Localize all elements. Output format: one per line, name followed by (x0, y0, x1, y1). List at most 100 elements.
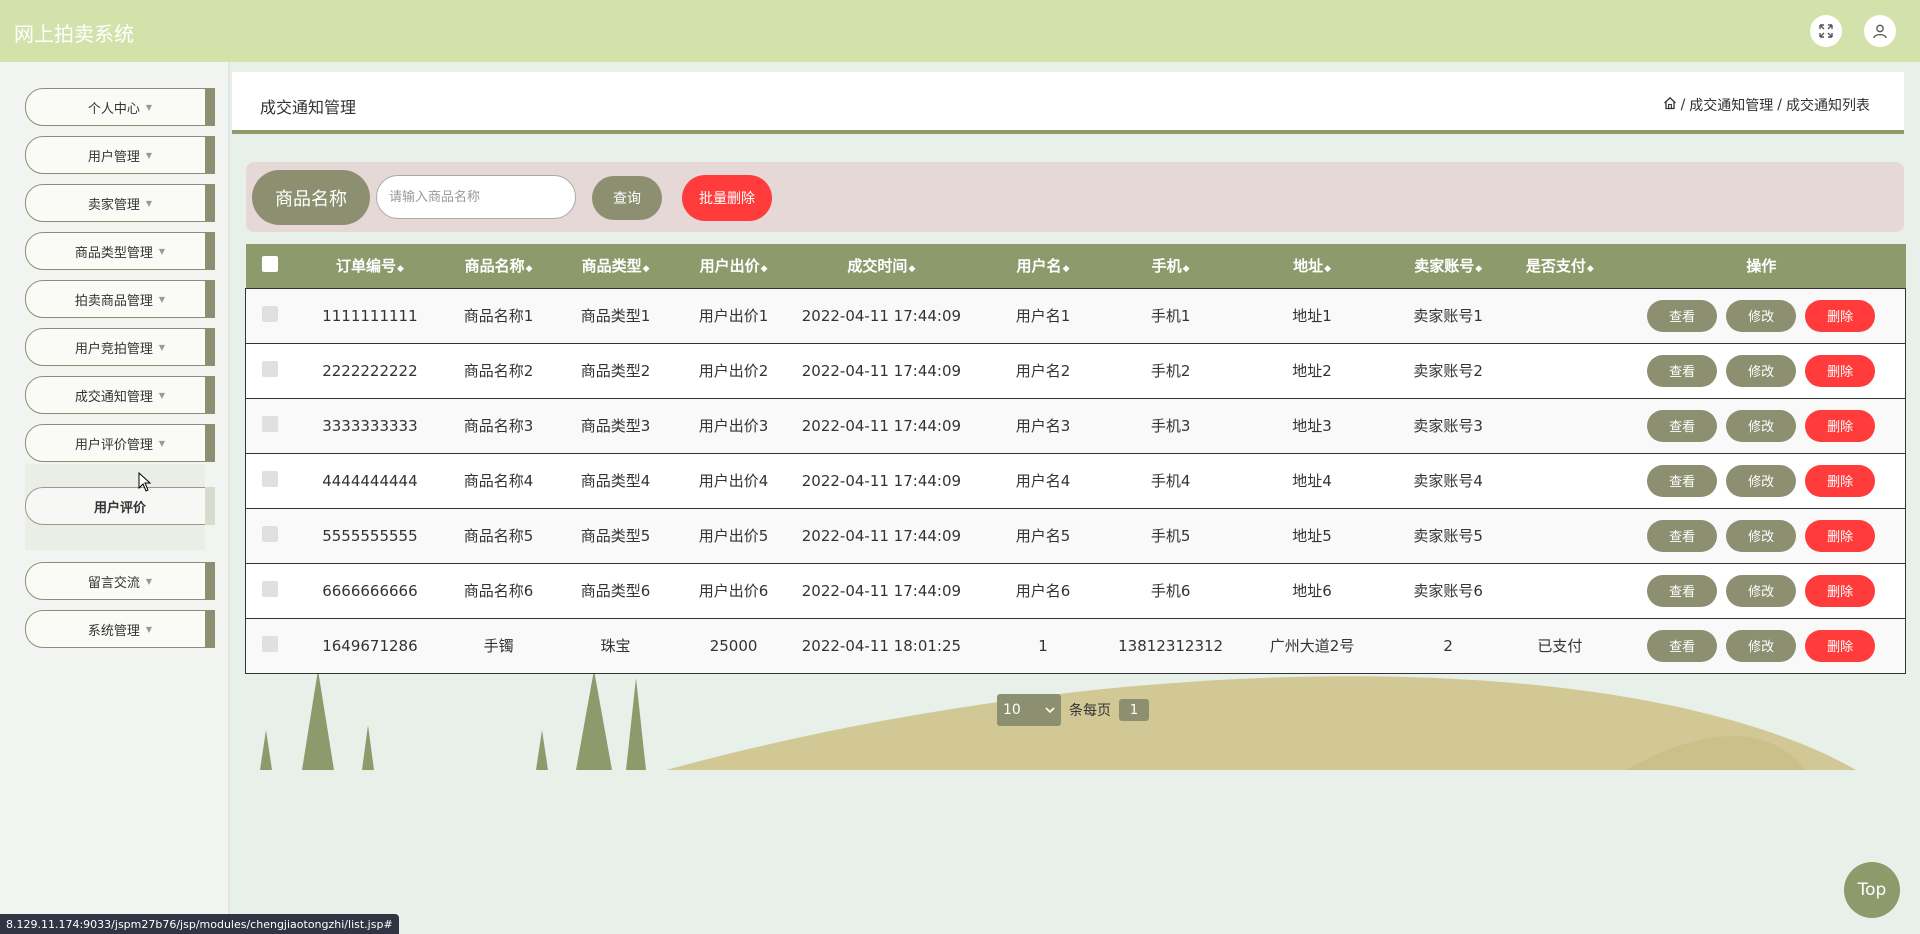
product-name-input[interactable] (376, 175, 576, 219)
table-cell (1502, 288, 1617, 343)
table-cell: 用户出价3 (698, 417, 769, 435)
row-checkbox[interactable] (262, 635, 279, 652)
row-checkbox[interactable] (262, 415, 279, 432)
sort-icon[interactable]: ◆ (1183, 264, 1190, 274)
edit-button[interactable]: 修改 (1726, 464, 1797, 497)
delete-button[interactable]: 删除 (1805, 464, 1876, 497)
delete-button[interactable]: 删除 (1805, 409, 1876, 442)
pagination: 10 条每页 1 (997, 694, 1149, 726)
edit-button[interactable]: 修改 (1726, 574, 1797, 607)
delete-button[interactable]: 删除 (1805, 574, 1876, 607)
view-button[interactable]: 查看 (1647, 464, 1718, 497)
delete-button[interactable]: 删除 (1805, 354, 1876, 387)
table-cell: 用户名6 (1015, 582, 1071, 600)
table-row: 5555555555 商品名称5 商品类型5 用户出价5 2022-04-11 17:4… (245, 508, 1906, 563)
view-button[interactable]: 查看 (1647, 519, 1718, 552)
sidebar-item-message-exchange[interactable]: 留言交流 ▼ (25, 562, 215, 600)
column-header[interactable]: 是否支付◆ (1502, 244, 1617, 288)
row-select-cell (246, 563, 295, 618)
sort-icon[interactable]: ◆ (643, 264, 650, 274)
batch-delete-button[interactable]: 批量删除 (682, 175, 772, 221)
caret-down-icon: ▼ (145, 624, 153, 634)
view-button[interactable]: 查看 (1647, 299, 1718, 332)
table-cell: 2 (1443, 636, 1453, 655)
table-cell: 13812312312 (1118, 636, 1224, 655)
row-checkbox[interactable] (262, 525, 279, 542)
row-select-cell (246, 288, 295, 343)
query-button[interactable]: 查询 (592, 176, 662, 220)
fullscreen-icon[interactable] (1810, 15, 1842, 47)
sort-icon[interactable]: ◆ (1063, 264, 1070, 274)
table-cell: 卖家账号2 (1413, 362, 1483, 380)
delete-button[interactable]: 删除 (1805, 629, 1876, 662)
page-number[interactable]: 1 (1119, 699, 1149, 721)
view-button[interactable]: 查看 (1647, 574, 1718, 607)
row-checkbox[interactable] (262, 360, 279, 377)
edit-button[interactable]: 修改 (1726, 519, 1797, 552)
home-icon[interactable] (1663, 96, 1677, 114)
sidebar-item-label: 商品类型管理 (74, 245, 153, 261)
sidebar-item-deal-notice-management[interactable]: 成交通知管理 ▼ (25, 376, 215, 414)
sidebar-item-product-type-management[interactable]: 商品类型管理 ▼ (25, 232, 215, 270)
column-header[interactable]: 订单编号◆ (294, 244, 445, 288)
submenu-item-user-review[interactable]: 用户评价 (25, 487, 215, 525)
edit-button[interactable]: 修改 (1726, 354, 1797, 387)
table-cell: 手机2 (1150, 362, 1191, 380)
sidebar-item-seller-management[interactable]: 卖家管理 ▼ (25, 184, 215, 222)
sort-icon[interactable]: ◆ (397, 264, 404, 274)
sidebar-item-auction-product-management[interactable]: 拍卖商品管理 ▼ (25, 280, 215, 318)
edit-button[interactable]: 修改 (1726, 409, 1797, 442)
column-header[interactable]: 商品类型◆ (552, 244, 680, 288)
sidebar-item-user-management[interactable]: 用户管理 ▼ (25, 136, 215, 174)
delete-button[interactable]: 删除 (1805, 299, 1876, 332)
column-header[interactable]: 手机◆ (1111, 244, 1230, 288)
checkbox[interactable] (261, 255, 278, 272)
sort-icon[interactable]: ◆ (1324, 264, 1331, 274)
row-checkbox[interactable] (262, 580, 279, 597)
sidebar-item-user-bidding-management[interactable]: 用户竞拍管理 ▼ (25, 328, 215, 366)
sort-icon[interactable]: ◆ (526, 264, 533, 274)
row-actions: 查看 修改 删除 (1617, 563, 1905, 618)
column-header[interactable]: 卖家账号◆ (1394, 244, 1502, 288)
row-checkbox[interactable] (262, 305, 279, 322)
view-button[interactable]: 查看 (1647, 354, 1718, 387)
table-cell: 商品类型3 (580, 417, 651, 435)
select-all-checkbox[interactable] (246, 244, 295, 288)
column-header[interactable]: 地址◆ (1230, 244, 1394, 288)
sidebar-item-system-management[interactable]: 系统管理 ▼ (25, 610, 215, 648)
table-cell (1502, 453, 1617, 508)
sort-icon[interactable]: ◆ (1587, 264, 1594, 274)
table-cell: 6666666666 (322, 581, 418, 600)
user-icon[interactable] (1864, 15, 1896, 47)
sort-icon[interactable]: ◆ (761, 264, 768, 274)
edit-button[interactable]: 修改 (1726, 299, 1797, 332)
page-size-select[interactable]: 10 (997, 694, 1061, 726)
row-actions: 查看 修改 删除 (1617, 618, 1905, 673)
table-cell: 用户出价5 (698, 527, 769, 545)
row-actions: 查看 修改 删除 (1617, 343, 1905, 398)
sidebar-item-user-review-management[interactable]: 用户评价管理 ▼ (25, 424, 215, 462)
delete-button[interactable]: 删除 (1805, 519, 1876, 552)
table-cell: 手机3 (1150, 417, 1191, 435)
row-checkbox[interactable] (262, 470, 279, 487)
back-to-top-button[interactable]: Top (1844, 862, 1900, 918)
breadcrumb-item[interactable]: 成交通知管理 (1689, 95, 1773, 115)
sidebar-item-personal-center[interactable]: 个人中心 ▼ (25, 88, 215, 126)
table-cell: 商品类型2 (580, 362, 651, 380)
caret-down-icon: ▼ (158, 438, 166, 448)
column-header[interactable]: 用户出价◆ (679, 244, 787, 288)
sort-icon[interactable]: ◆ (908, 264, 915, 274)
view-button[interactable]: 查看 (1647, 629, 1718, 662)
column-header[interactable]: 用户名◆ (975, 244, 1111, 288)
table-cell: 2022-04-11 17:44:09 (801, 581, 962, 600)
sort-icon[interactable]: ◆ (1475, 264, 1482, 274)
view-button[interactable]: 查看 (1647, 409, 1718, 442)
edit-button[interactable]: 修改 (1726, 629, 1797, 662)
table-cell: 商品名称5 (463, 527, 534, 545)
column-header[interactable]: 成交时间◆ (788, 244, 975, 288)
caret-down-icon: ▼ (158, 294, 166, 304)
table-cell: 地址1 (1292, 307, 1332, 325)
column-header[interactable]: 商品名称◆ (445, 244, 551, 288)
row-actions: 查看 修改 删除 (1617, 453, 1905, 508)
row-select-cell (246, 508, 295, 563)
